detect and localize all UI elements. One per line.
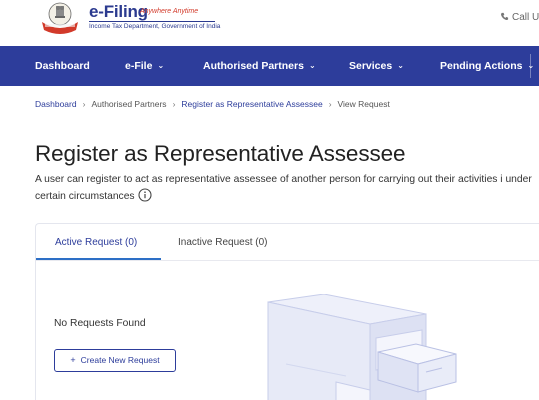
phone-icon [500,12,509,21]
breadcrumb-separator-icon: › [82,99,86,109]
main-nav: Dashboard e-File ⌄ Authorised Partners ⌄ S… [0,46,539,86]
nav-item-label: Pending Actions [440,60,523,72]
requests-card: Active Request (0) Inactive Request (0) … [35,223,539,400]
nav-item-label: e-File [125,60,153,72]
empty-state-message: No Requests Found [54,318,146,329]
emblem-icon[interactable] [36,0,84,36]
create-new-request-label: Create New Request [80,355,160,365]
breadcrumb-register-representative[interactable]: Register as Representative Assessee [181,99,322,109]
active-tab-indicator [36,258,161,260]
nav-item-authorised-partners[interactable]: Authorised Partners ⌄ [203,46,316,86]
chevron-down-icon: ⌄ [157,61,165,70]
nav-item-label: Dashboard [35,60,90,72]
tab-active-request[interactable]: Active Request (0) [55,224,137,261]
breadcrumb-authorised-partners: Authorised Partners [91,99,167,109]
info-icon[interactable] [138,187,152,202]
chevron-down-icon: ⌄ [308,61,316,70]
page-description-text: A user can register to act as representa… [35,174,532,202]
page-title: Register as Representative Assessee [35,141,406,166]
plus-icon: + [70,355,76,365]
breadcrumb-view-request: View Request [337,99,390,109]
tab-inactive-request[interactable]: Inactive Request (0) [178,224,268,261]
nav-item-dashboard[interactable]: Dashboard [35,46,90,86]
logo-subtitle: Income Tax Department, Government of Ind… [89,23,221,30]
call-us-label: Call U [512,12,539,23]
logo-divider [89,21,215,22]
breadcrumb-dashboard[interactable]: Dashboard [35,99,77,109]
nav-item-efile[interactable]: e-File ⌄ [125,46,164,86]
tab-bar: Active Request (0) Inactive Request (0) [36,224,539,261]
call-us-link[interactable]: Call U [500,12,539,23]
empty-cabinet-illustration [267,294,457,400]
logo-tagline: Anywhere Anytime [140,8,199,15]
breadcrumb-separator-icon: › [328,99,332,109]
create-new-request-button[interactable]: + Create New Request [54,349,176,372]
page-description: A user can register to act as representa… [35,172,539,204]
nav-item-label: Services [349,60,393,72]
nav-item-label: Authorised Partners [203,60,304,72]
chevron-down-icon: ⌄ [397,61,404,70]
top-header: e-Filing Anywhere Anytime Income Tax Dep… [0,0,539,46]
breadcrumb: Dashboard › Authorised Partners › Register a… [35,99,390,109]
nav-divider [530,54,531,78]
nav-item-services[interactable]: Services ⌄ [349,46,404,86]
nav-item-pending-actions[interactable]: Pending Actions ⌄ [440,46,534,86]
breadcrumb-separator-icon: › [172,99,176,109]
